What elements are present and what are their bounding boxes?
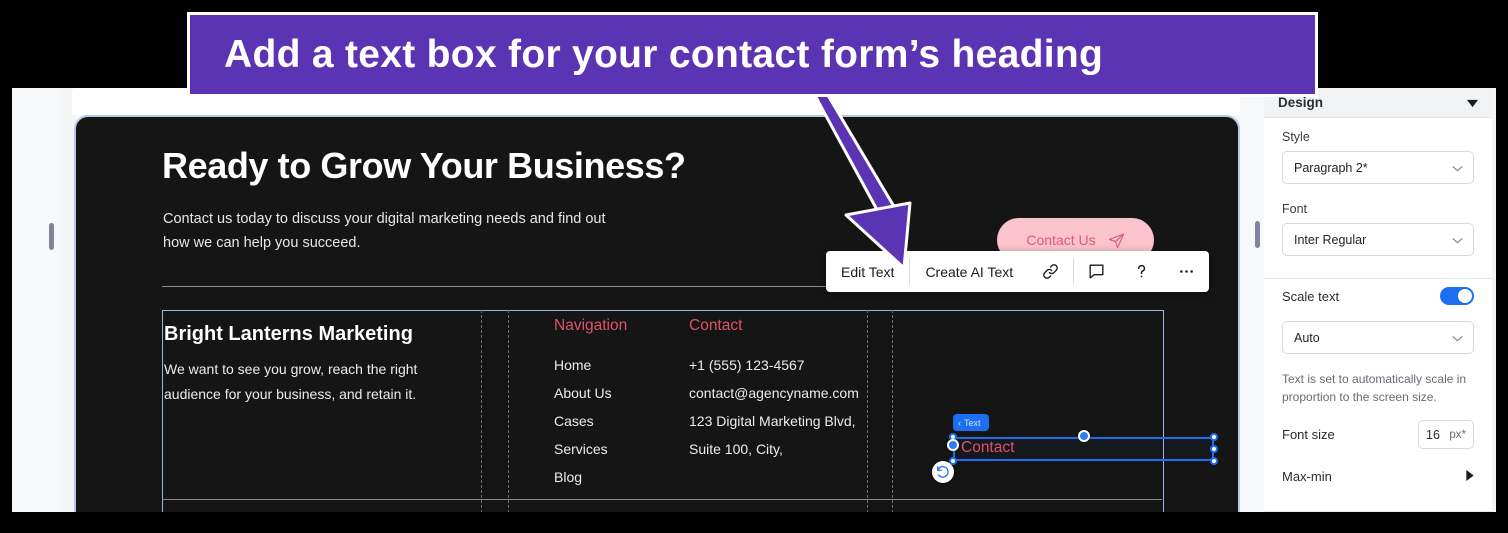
design-panel-title: Design <box>1278 95 1324 110</box>
footer-heading-navigation[interactable]: Navigation <box>554 317 627 335</box>
scale-text-note: Text is set to automatically scale in pr… <box>1282 372 1467 404</box>
style-select[interactable]: Paragraph 2* <box>1282 151 1474 184</box>
chevron-down-icon[interactable] <box>1467 95 1478 110</box>
rotate-ccw-icon[interactable] <box>932 461 954 483</box>
font-section: Font Inter Regular <box>1264 190 1492 262</box>
footer-link-cases[interactable]: Cases <box>554 413 627 429</box>
chip-back-chevron-icon: ‹ <box>958 417 961 428</box>
footer-bottom-divider <box>162 499 1162 500</box>
chevron-down-icon <box>1452 161 1463 175</box>
design-panel: Design Style Paragraph 2* Font Inter Reg… <box>1264 88 1492 512</box>
resize-handle-middle-left[interactable] <box>947 439 959 451</box>
more-options-icon[interactable] <box>1164 251 1209 292</box>
style-value: Paragraph 2* <box>1294 160 1368 175</box>
footer-contact-address-line1[interactable]: 123 Digital Marketing Blvd, <box>689 413 859 429</box>
font-value: Inter Regular <box>1294 232 1367 247</box>
column-guide-2 <box>508 310 509 512</box>
hero-subtitle[interactable]: Contact us today to discuss your digital… <box>163 207 633 255</box>
style-label: Style <box>1282 130 1310 144</box>
contact-us-label: Contact Us <box>1026 232 1096 248</box>
left-resize-grip[interactable] <box>49 223 54 250</box>
callout-banner: Add a text box for your contact form’s h… <box>187 12 1318 97</box>
chip-label: Text <box>964 417 981 428</box>
font-select[interactable]: Inter Regular <box>1282 223 1474 256</box>
column-guide-1 <box>481 310 482 512</box>
scale-mode-section: Auto <box>1264 313 1492 360</box>
font-size-input[interactable]: 16 px* <box>1418 420 1474 449</box>
max-min-row[interactable]: Max-min <box>1264 459 1492 493</box>
resize-handle-bottom-right[interactable] <box>1210 457 1218 465</box>
footer-contact-address-line2[interactable]: Suite 100, City, <box>689 441 859 457</box>
font-size-label: Font size <box>1282 427 1335 442</box>
website-canvas[interactable]: Ready to Grow Your Business? Contact us … <box>74 115 1240 512</box>
footer-column-contact: Contact +1 (555) 123-4567 contact@agency… <box>689 317 859 469</box>
footer-link-about-us[interactable]: About Us <box>554 385 627 401</box>
scale-text-label: Scale text <box>1282 288 1340 304</box>
element-type-chip[interactable]: ‹ Text <box>953 414 989 431</box>
create-ai-text-button[interactable]: Create AI Text <box>910 251 1028 292</box>
help-icon[interactable] <box>1119 251 1164 292</box>
comment-icon[interactable] <box>1074 251 1119 292</box>
font-size-value: 16 <box>1426 427 1440 442</box>
footer-contact-phone[interactable]: +1 (555) 123-4567 <box>689 357 859 373</box>
panel-bottom-divider <box>1264 511 1492 512</box>
left-rail <box>12 88 60 512</box>
font-label: Font <box>1282 202 1308 216</box>
footer-brand-body[interactable]: We want to see you grow, reach the right… <box>164 357 464 407</box>
column-guide-3 <box>867 310 868 512</box>
chevron-right-icon <box>1466 469 1474 484</box>
scale-mode-select[interactable]: Auto <box>1282 321 1474 354</box>
footer-link-blog[interactable]: Blog <box>554 469 627 485</box>
toggle-knob <box>1458 289 1472 303</box>
scale-text-row: Scale text <box>1264 279 1492 313</box>
footer-brand-title[interactable]: Bright Lanterns Marketing <box>164 323 413 346</box>
resize-handle-top-right[interactable] <box>1210 433 1218 441</box>
column-guide-4 <box>892 310 893 512</box>
screenshot-root: Ready to Grow Your Business? Contact us … <box>0 0 1508 533</box>
footer-link-home[interactable]: Home <box>554 357 627 373</box>
font-size-unit: px* <box>1449 428 1466 441</box>
link-icon[interactable] <box>1028 251 1073 292</box>
text-context-toolbar[interactable]: Edit Text Create AI Text <box>826 251 1210 292</box>
footer-heading-contact[interactable]: Contact <box>689 317 859 335</box>
font-size-row: Font size 16 px* <box>1264 420 1492 449</box>
footer-column-navigation: Navigation Home About Us Cases Services … <box>554 317 627 497</box>
selected-text-content[interactable]: Contact <box>961 439 1014 457</box>
resize-handle-top-center[interactable] <box>1078 430 1090 442</box>
footer-link-services[interactable]: Services <box>554 441 627 457</box>
callout-banner-text: Add a text box for your contact form’s h… <box>224 32 1104 76</box>
footer-contact-email[interactable]: contact@agencyname.com <box>689 385 859 401</box>
scale-mode-value: Auto <box>1294 330 1320 345</box>
right-resize-grip[interactable] <box>1255 221 1260 248</box>
style-section: Style Paragraph 2* <box>1264 118 1492 190</box>
edit-text-button[interactable]: Edit Text <box>826 251 909 292</box>
max-min-label: Max-min <box>1282 468 1332 484</box>
hero-title[interactable]: Ready to Grow Your Business? <box>162 145 686 187</box>
send-icon <box>1108 232 1125 249</box>
chevron-down-icon <box>1452 331 1463 345</box>
resize-handle-middle-right[interactable] <box>1210 445 1218 453</box>
chevron-down-icon <box>1452 233 1463 247</box>
scale-text-toggle[interactable] <box>1440 287 1474 305</box>
